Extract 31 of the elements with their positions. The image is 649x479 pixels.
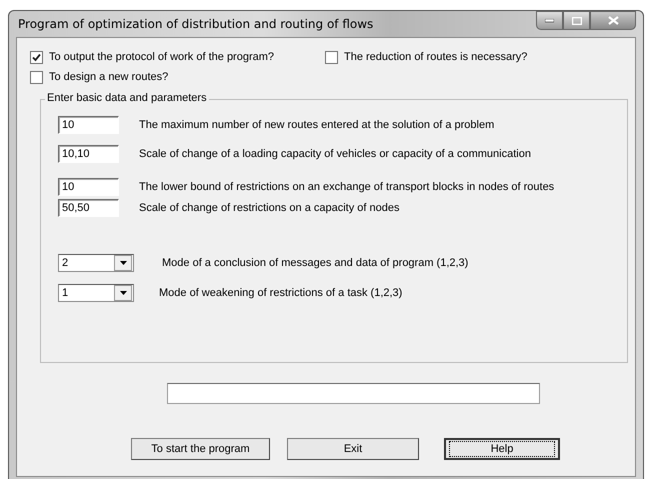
field-label: Scale of change of restrictions on a capacity of nodes [139,201,400,216]
field-label: The lower bound of restrictions on an exchange of transport blocks in nodes of routes [139,180,556,195]
maximize-button[interactable] [563,11,590,30]
close-icon [608,16,618,25]
field-label: The maximum number of new routes entered at the solution of a problem [139,118,496,133]
checkbox[interactable] [325,50,338,64]
checkbox-label: To output the protocol of work of the program? [49,51,274,63]
dropdown[interactable]: 1 [58,284,134,302]
input-field[interactable]: 10,10 [58,145,119,163]
window-title: Program of optimization of distribution and routing of flows [18,17,374,31]
field-label: Scale of change of a loading capacity of vehicles or capacity of a communication [139,147,532,162]
dropdown-label: Mode of weakening of restrictions of a task (1,2,3) [159,286,404,301]
input-field[interactable]: 10 [58,178,119,196]
checkbox[interactable] [30,50,43,64]
input-field[interactable]: 10 [58,116,119,134]
minimize-icon [545,18,554,22]
caret-icon [120,261,126,265]
dropdown-label: Mode of a conclusion of messages and data of program (1,2,3) [162,256,470,271]
input-field[interactable]: 50,50 [58,199,119,217]
group-title: Enter basic data and parameters [45,92,209,104]
dialog-button[interactable]: Exit [287,438,419,460]
checkbox-label: The reduction of routes is necessary? [344,51,528,63]
maximize-icon [572,16,582,24]
dialog-button[interactable]: To start the program [131,438,270,460]
dialog-button[interactable]: Help [444,438,560,460]
minimize-button[interactable] [536,11,563,30]
caret-icon [120,291,126,295]
close-button[interactable] [590,11,636,30]
checkbox-label: To design a new routes? [49,71,168,83]
dropdown[interactable]: 2 [58,254,134,272]
checkbox[interactable] [30,70,43,84]
